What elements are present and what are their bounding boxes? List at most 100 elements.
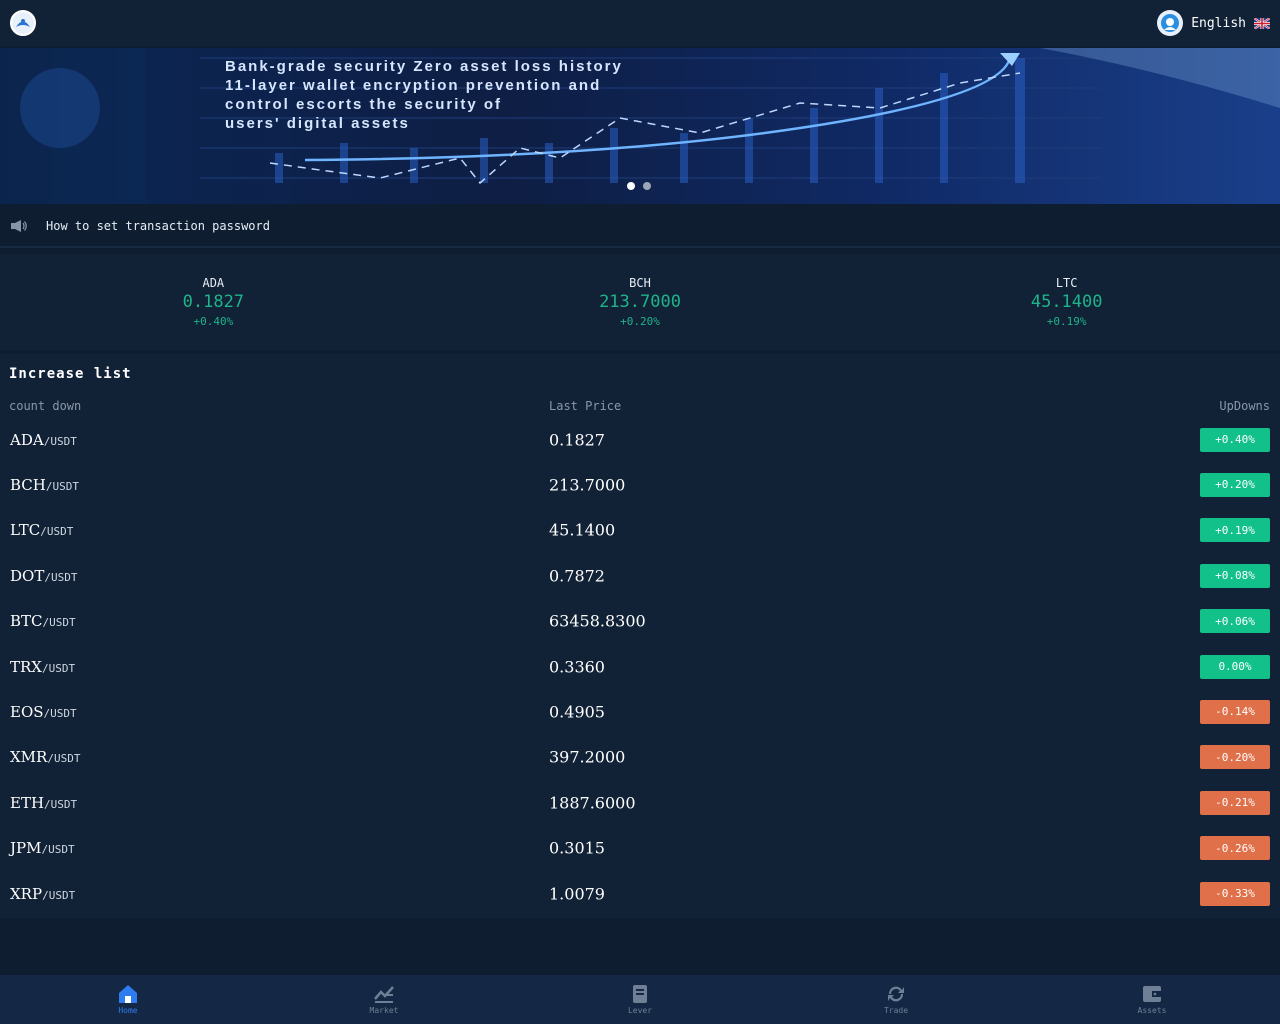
ticker-change: +0.19% (1046, 315, 1087, 328)
change-badge[interactable]: 0.00% (1200, 654, 1270, 679)
table-row[interactable]: LTC/USDT 45.1400 +0.19% (0, 508, 1280, 553)
row-last-price: 397.2000 (549, 747, 626, 767)
table-row[interactable]: JPM/USDT 0.3015 -0.26% (0, 826, 1280, 871)
table-row[interactable]: ETH/USDT 1887.6000 -0.21% (0, 780, 1280, 825)
language-label[interactable]: English (1191, 16, 1246, 31)
row-base-symbol: ETH (10, 793, 45, 812)
row-symbol: ADA/USDT (10, 431, 77, 449)
row-quote-symbol: /USDT (44, 797, 78, 811)
table-row[interactable]: DOT/USDT 0.7872 +0.08% (0, 553, 1280, 598)
table-row[interactable]: EOS/USDT 0.4905 -0.14% (0, 689, 1280, 734)
banner-artwork (0, 48, 1280, 204)
change-badge[interactable]: +0.20% (1200, 472, 1270, 497)
tab-label: Lever (627, 1006, 653, 1015)
change-badge[interactable]: +0.06% (1200, 609, 1270, 634)
row-base-symbol: XRP (10, 884, 43, 903)
megaphone-icon (11, 220, 27, 232)
row-last-price: 0.3360 (549, 657, 605, 676)
table-row[interactable]: XRP/USDT 1.0079 -0.33% (0, 871, 1280, 916)
change-badge[interactable]: -0.26% (1200, 836, 1270, 861)
row-last-price: 1.0079 (549, 884, 605, 903)
row-symbol: DOT/USDT (10, 567, 77, 585)
change-badge[interactable]: +0.40% (1200, 427, 1270, 452)
row-quote-symbol: /USDT (43, 706, 77, 720)
ticker-symbol: ADA (202, 276, 225, 290)
row-symbol: LTC/USDT (10, 521, 73, 539)
row-quote-symbol: /USDT (40, 525, 74, 539)
bottom-tab-bar: Home Market Lever Trade Assets (0, 975, 1280, 1024)
change-badge[interactable]: +0.08% (1200, 563, 1270, 588)
top-header: English (0, 0, 1280, 46)
table-row[interactable]: BCH/USDT 213.7000 +0.20% (0, 462, 1280, 507)
trade-icon (888, 986, 904, 1002)
row-base-symbol: LTC (10, 521, 41, 540)
row-last-price: 0.3015 (549, 838, 605, 858)
tab-trade[interactable]: Trade (768, 975, 1024, 1024)
tab-home[interactable]: Home (0, 975, 256, 1024)
row-base-symbol: EOS (10, 702, 44, 721)
row-symbol: EOS/USDT (10, 703, 77, 721)
tab-label: Assets (1137, 1006, 1167, 1015)
carousel-dot-1[interactable] (627, 182, 635, 190)
increase-list: Increase list count down Last Price UpDo… (0, 354, 1280, 918)
ticker-card[interactable]: BCH 213.7000 +0.20% (427, 254, 854, 350)
row-symbol: ETH/USDT (10, 794, 77, 812)
row-quote-symbol: /USDT (41, 843, 75, 857)
tab-label: Market (369, 1006, 399, 1015)
row-last-price: 63458.8300 (549, 611, 646, 631)
ticker-change: +0.20% (620, 315, 660, 328)
language-selector[interactable]: English (1157, 10, 1270, 36)
ticker-price: 213.7000 (599, 292, 681, 312)
row-symbol: JPM/USDT (10, 839, 75, 857)
column-header-name[interactable]: count down (9, 399, 81, 413)
ticker-price: 0.1827 (182, 292, 245, 312)
carousel-dot-2[interactable] (643, 182, 651, 190)
row-base-symbol: XMR (10, 748, 48, 767)
promo-banner[interactable]: Bank-grade security Zero asset loss hist… (0, 48, 1280, 204)
brand-logo-icon[interactable] (10, 10, 36, 36)
row-quote-symbol: /USDT (45, 479, 79, 493)
tab-lever[interactable]: Lever (512, 975, 768, 1024)
banner-line: users' digital assets (225, 115, 410, 132)
home-icon (119, 985, 137, 1003)
ticker-card[interactable]: ADA 0.1827 +0.40% (0, 254, 427, 350)
table-row[interactable]: ADA/USDT 0.1827 +0.40% (0, 417, 1280, 462)
row-base-symbol: BTC (10, 612, 43, 631)
row-symbol: XMR/USDT (10, 748, 80, 766)
list-title: Increase list (9, 366, 132, 382)
notice-bar[interactable]: How to set transaction password (0, 206, 1280, 248)
row-quote-symbol: /USDT (41, 661, 76, 675)
ticker-change: +0.40% (193, 315, 234, 328)
row-last-price: 0.7872 (549, 566, 605, 586)
uk-flag-icon (1254, 17, 1270, 29)
ticker-symbol: LTC (1055, 276, 1078, 290)
table-row[interactable]: TRX/USDT 0.3360 0.00% (0, 644, 1280, 689)
column-header-price[interactable]: Last Price (549, 399, 621, 413)
row-quote-symbol: /USDT (42, 888, 76, 902)
row-base-symbol: JPM (10, 839, 42, 858)
change-badge[interactable]: -0.33% (1200, 881, 1270, 906)
tab-market[interactable]: Market (256, 975, 512, 1024)
tab-label: Trade (883, 1006, 909, 1015)
row-base-symbol: BCH (10, 475, 46, 494)
change-badge[interactable]: -0.20% (1200, 745, 1270, 770)
column-header-change[interactable]: UpDowns (1219, 399, 1270, 413)
change-badge[interactable]: -0.21% (1200, 790, 1270, 815)
table-row[interactable]: BTC/USDT 63458.8300 +0.06% (0, 599, 1280, 644)
row-symbol: XRP/USDT (10, 885, 75, 903)
row-last-price: 213.7000 (549, 475, 626, 495)
row-quote-symbol: /USDT (43, 434, 77, 448)
ticker-card[interactable]: LTC 45.1400 +0.19% (853, 254, 1280, 350)
tab-assets[interactable]: Assets (1024, 975, 1280, 1024)
row-base-symbol: TRX (10, 657, 42, 676)
lever-icon (633, 985, 647, 1003)
table-row[interactable]: XMR/USDT 397.2000 -0.20% (0, 735, 1280, 780)
ticker-strip: ADA 0.1827 +0.40% BCH 213.7000 +0.20% LT… (0, 254, 1280, 350)
banner-line: control escorts the security of (225, 96, 503, 113)
change-badge[interactable]: +0.19% (1200, 518, 1270, 543)
notice-text[interactable]: How to set transaction password (46, 219, 270, 233)
ticker-price: 45.1400 (1030, 292, 1103, 312)
change-badge[interactable]: -0.14% (1200, 699, 1270, 724)
row-last-price: 1887.6000 (549, 793, 636, 813)
support-avatar-icon[interactable] (1157, 10, 1184, 36)
